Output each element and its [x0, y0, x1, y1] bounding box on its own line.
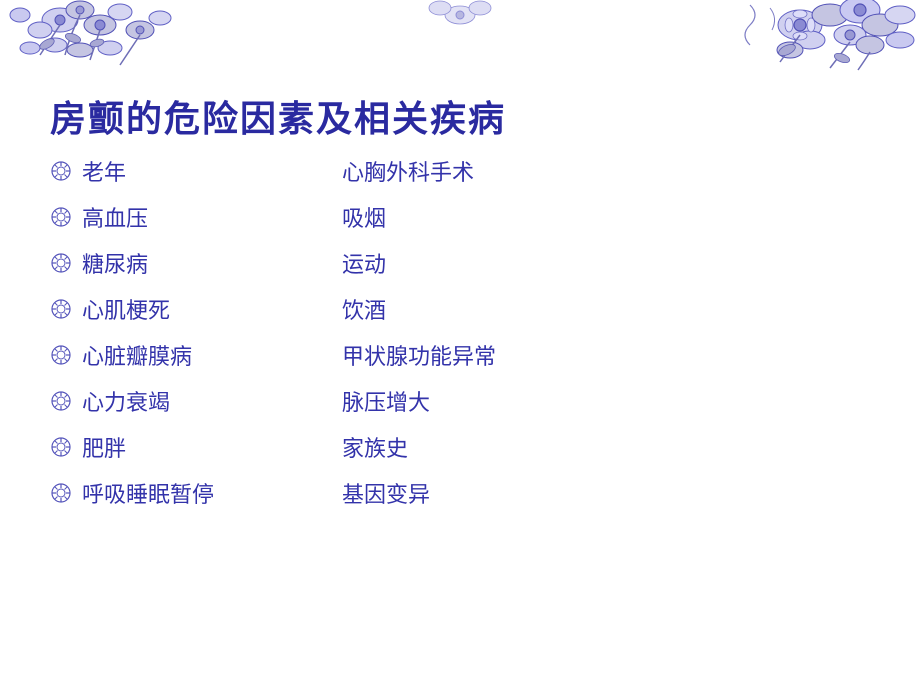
list-item-left-1: 高血压 [82, 201, 282, 233]
page-container: 房颤的危险因素及相关疾病 老年 心胸外科手术 高血压 吸烟 [0, 0, 920, 690]
list-item-right-3: 饮酒 [342, 293, 386, 325]
list-item-left-6: 肥胖 [82, 431, 282, 463]
list-item-left-2: 糖尿病 [82, 247, 282, 279]
bullet-icon [50, 344, 72, 366]
bullet-icon [50, 252, 72, 274]
list-item-right-0: 心胸外科手术 [342, 155, 474, 187]
list-item-right-6: 家族史 [342, 431, 408, 463]
list-item: 糖尿病 运动 [50, 247, 870, 279]
list-item: 高血压 吸烟 [50, 201, 870, 233]
bullet-icon [50, 390, 72, 412]
bullet-icon [50, 436, 72, 458]
list-item: 老年 心胸外科手术 [50, 155, 870, 187]
bullet-icon [50, 206, 72, 228]
list-item: 心脏瓣膜病 甲状腺功能异常 [50, 339, 870, 371]
list-item-left-3: 心肌梗死 [82, 293, 282, 325]
bullet-icon [50, 298, 72, 320]
list-item-left-5: 心力衰竭 [82, 385, 282, 417]
list-item-right-4: 甲状腺功能异常 [342, 339, 496, 371]
bullet-icon [50, 160, 72, 182]
list-item: 心肌梗死 饮酒 [50, 293, 870, 325]
list-item-right-2: 运动 [342, 247, 386, 279]
list-item-left-0: 老年 [82, 155, 282, 187]
list-item-left-4: 心脏瓣膜病 [82, 339, 282, 371]
floral-decoration-top [0, 0, 920, 75]
content-area: 老年 心胸外科手术 高血压 吸烟 糖尿病 运动 [50, 155, 870, 523]
list-item-right-7: 基因变异 [342, 477, 430, 509]
list-item: 心力衰竭 脉压增大 [50, 385, 870, 417]
list-item-right-1: 吸烟 [342, 201, 386, 233]
list-item-right-5: 脉压增大 [342, 385, 430, 417]
page-title: 房颤的危险因素及相关疾病 [50, 90, 506, 142]
list-item-left-7: 呼吸睡眠暂停 [82, 477, 282, 509]
list-item: 呼吸睡眠暂停 基因变异 [50, 477, 870, 509]
bullet-icon [50, 482, 72, 504]
list-item: 肥胖 家族史 [50, 431, 870, 463]
